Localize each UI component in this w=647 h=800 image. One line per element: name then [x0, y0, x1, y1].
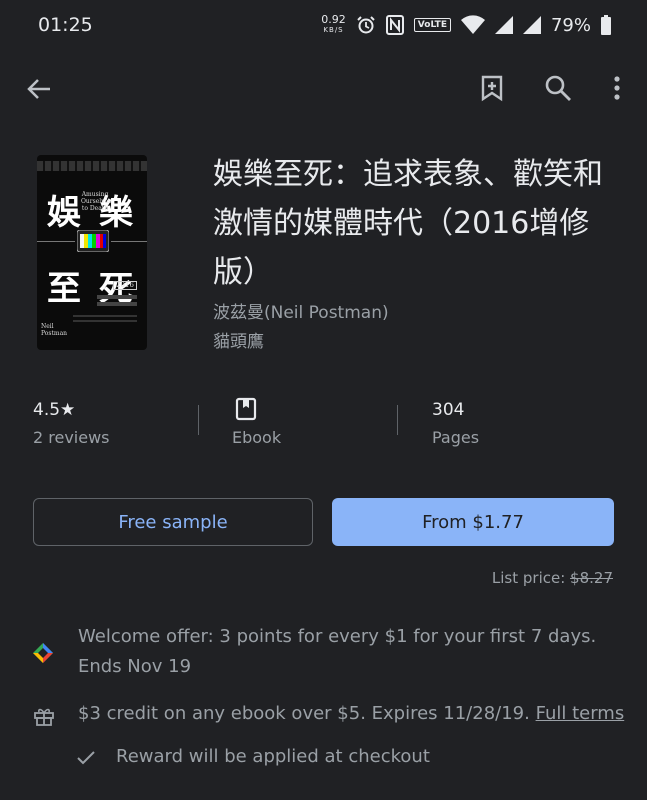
network-speed: 0.92 KB/S — [321, 13, 346, 35]
nfc-icon — [385, 15, 404, 35]
cover-rule-left — [37, 241, 75, 242]
list-price-value: $8.27 — [570, 569, 613, 587]
wishlist-button[interactable] — [478, 74, 506, 102]
list-price: List price: $8.27 — [492, 569, 613, 587]
credit-offer: $3 credit on any ebook over $5. Expires … — [78, 703, 624, 724]
book-title: 娛樂至死：追求表象、歡笑和激情的媒體時代（2016增修版） — [213, 157, 603, 290]
network-speed-unit: KB/S — [323, 26, 344, 34]
cover-rule-right — [111, 241, 147, 242]
search-icon — [545, 75, 571, 101]
full-terms-link[interactable]: Full terms — [536, 703, 625, 724]
credit-offer-text: $3 credit on any ebook over $5. Expires … — [78, 703, 530, 724]
app-bar — [0, 60, 647, 116]
cover-author: Neil Postman — [41, 323, 68, 337]
pages-value: 304 — [432, 400, 465, 420]
volte-badge: VoLTE — [413, 18, 451, 32]
more-vert-icon — [614, 76, 620, 100]
cover-blurb-line — [73, 320, 137, 322]
more-options-button[interactable] — [607, 73, 627, 103]
buy-button[interactable]: From $1.77 — [332, 498, 614, 546]
cover-english-title: Amusing Ourselves to Death — [81, 191, 112, 212]
signal-icon — [522, 16, 541, 34]
cover-blurb-line — [73, 315, 137, 317]
back-arrow-icon — [27, 79, 50, 99]
star-icon: ★ — [60, 400, 76, 420]
status-time: 01:25 — [38, 14, 93, 36]
stats-row: 4.5★ 2 reviews Ebook 304 Pages — [0, 395, 647, 455]
cover-edition: 2016 — [113, 281, 137, 290]
book-author[interactable]: 波茲曼(Neil Postman) — [213, 298, 389, 323]
free-sample-button[interactable]: Free sample — [33, 498, 313, 546]
network-speed-value: 0.92 — [321, 13, 346, 26]
pages-label: Pages — [432, 428, 480, 447]
cover-char-3: 至 — [47, 269, 81, 309]
welcome-offer-text: Welcome offer: 3 points for every $1 for… — [78, 626, 597, 677]
format-label: Ebook — [232, 428, 282, 447]
cover-subtitle-line — [97, 302, 137, 306]
reviews-count: 2 reviews — [33, 428, 110, 447]
book-publisher[interactable]: 貓頭鷹 — [213, 327, 264, 352]
gift-icon — [34, 708, 54, 726]
cover-header-stripe — [37, 161, 147, 171]
back-button[interactable] — [24, 74, 54, 104]
cover-subtitle-line — [97, 295, 137, 299]
cover-char-1: 娛 — [47, 193, 81, 233]
rating-value: 4.5★ — [33, 400, 76, 420]
status-bar: 01:25 0.92 KB/S VoLTE 79% — [0, 0, 647, 52]
check-icon — [77, 751, 95, 765]
bookmark-add-icon — [481, 75, 503, 102]
signal-icon — [494, 16, 513, 34]
stats-divider — [397, 405, 398, 435]
battery-icon — [601, 15, 611, 35]
alarm-icon — [356, 15, 376, 35]
stats-divider — [198, 405, 199, 435]
book-cover[interactable]: 娛 樂 至 死 Amusing Ourselves to Death 2016 … — [37, 155, 147, 350]
search-button[interactable] — [543, 73, 573, 103]
list-price-label: List price: — [491, 569, 571, 587]
status-icons: 0.92 KB/S VoLTE 79% — [321, 10, 611, 40]
ebook-icon — [235, 397, 257, 421]
play-points-icon — [33, 643, 53, 663]
battery-percent: 79% — [550, 14, 591, 36]
reward-text: Reward will be applied at checkout — [116, 746, 430, 767]
wifi-icon — [460, 15, 485, 35]
test-pattern-graphic — [77, 230, 109, 252]
